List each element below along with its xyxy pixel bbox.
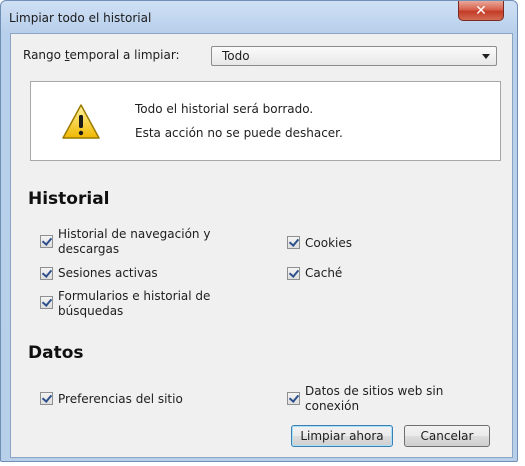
checkbox-cookies[interactable] — [287, 236, 300, 249]
warning-box: Todo el historial será borrado. Esta acc… — [30, 81, 501, 161]
label-cookies[interactable]: Cookies — [305, 236, 352, 251]
warning-text-line2: Esta acción no se puede deshacer. — [135, 126, 343, 140]
label-offline-data[interactable]: Datos de sitios web sin conexión — [305, 384, 443, 414]
close-icon: ✕ — [475, 2, 487, 19]
label-navigation-history[interactable]: Historial de navegación y descargas — [58, 227, 210, 257]
cancel-button[interactable]: Cancelar — [404, 425, 490, 447]
dialog-window: Limpiar todo el historial ✕ Rango tempor… — [0, 0, 518, 462]
label-forms-search[interactable]: Formularios e historial de búsquedas — [58, 289, 210, 319]
historial-heading: Historial — [28, 189, 110, 209]
label-site-preferences[interactable]: Preferencias del sitio — [58, 392, 183, 407]
window-title: Limpiar todo el historial — [9, 11, 152, 25]
chevron-down-icon — [482, 54, 490, 59]
time-range-label: Rango temporal a limpiar: — [23, 48, 180, 62]
warning-icon — [62, 104, 100, 139]
checkbox-active-sessions[interactable] — [40, 267, 53, 280]
checkbox-cache[interactable] — [287, 267, 300, 280]
warning-text-line1: Todo el historial será borrado. — [135, 102, 314, 116]
label-cache[interactable]: Caché — [305, 266, 342, 281]
label-active-sessions[interactable]: Sesiones activas — [58, 266, 158, 281]
checkbox-offline-data[interactable] — [287, 392, 300, 405]
datos-heading: Datos — [28, 343, 84, 363]
time-range-value: Todo — [222, 49, 250, 63]
close-button[interactable]: ✕ — [458, 1, 504, 21]
clear-now-button[interactable]: Limpiar ahora — [291, 425, 393, 447]
checkbox-forms-search[interactable] — [40, 296, 53, 309]
dialog-body: Rango temporal a limpiar: Todo Todo el h… — [10, 33, 513, 458]
title-bar[interactable]: Limpiar todo el historial ✕ — [1, 1, 517, 35]
time-range-select[interactable]: Todo — [211, 46, 497, 66]
checkbox-site-preferences[interactable] — [40, 392, 53, 405]
checkbox-navigation-history[interactable] — [40, 235, 53, 248]
